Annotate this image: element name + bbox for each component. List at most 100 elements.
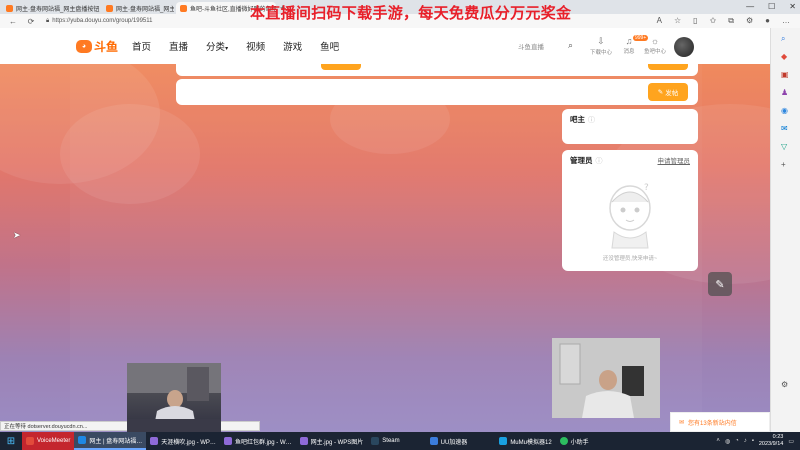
edge-sidebar: ⌕ ◆ ▣ ♟ ◉ ✉ ▽ + ⚙ [770, 28, 800, 432]
windows-start-icon[interactable]: ⊞ [0, 432, 22, 450]
taskbar-item-wps[interactable]: 鱼吧红包群.jpg - W… [220, 432, 296, 450]
taskbar-item-helper[interactable]: 小助手 [556, 432, 593, 450]
webcam-feed [127, 363, 221, 432]
webcam-feed [552, 338, 660, 418]
taskbar-item-browser[interactable]: 网主 | 盘寿网站福… [74, 432, 147, 450]
help-icon[interactable]: ⓘ [596, 158, 603, 165]
admins-title: 管理员 ⓘ [570, 155, 603, 166]
site-message-notification[interactable]: ✉ 您有13条新站内信 [670, 412, 770, 432]
network-icon[interactable]: ◔ [735, 438, 739, 444]
user-avatar[interactable] [674, 37, 694, 57]
bar-owner-card: 吧主 ⓘ [562, 109, 698, 144]
help-icon[interactable]: ⓘ [588, 117, 595, 124]
address-bar: ← ⟳ 🔒︎ https://yuba.douyu.com/group/1995… [0, 4, 800, 28]
nav-live[interactable]: 直播 [169, 39, 188, 53]
notification-center-icon[interactable]: ▭ [788, 438, 794, 445]
logo-text: 斗鱼 [94, 39, 119, 54]
browser-tab[interactable]: 网主·盘寿网站福_网主盘播按钮·斗鱼 [102, 2, 174, 14]
clock-date: 2023/9/14 [758, 441, 784, 447]
taskbar-label: Steam [382, 438, 400, 444]
previous-card-button[interactable] [321, 64, 361, 70]
shopping-icon[interactable]: ◆ [781, 52, 787, 61]
tray-app-icon[interactable]: ◍ [725, 438, 730, 445]
nav-video[interactable]: 视频 [246, 39, 265, 53]
url-field[interactable]: 🔒︎ https://yuba.douyu.com/group/199511 [46, 18, 153, 25]
windows-taskbar: ⊞ VoiceMeeter 网主 | 盘寿网站福… 天涯横吹.jpg - WP…… [0, 432, 800, 450]
taskbar-label: 网主.jpg - WPS图片 [310, 439, 364, 446]
favorite-star-icon[interactable]: ☆ [674, 16, 681, 26]
browser-tab[interactable]: 网主·盘寿网站福_网主盘播按钮·斗鱼 × [2, 2, 100, 14]
douyu-favicon-icon [6, 4, 13, 12]
clock[interactable]: 0:23 2023/9/14 [759, 434, 783, 448]
outlook-icon[interactable]: ✉ [781, 124, 788, 133]
back-icon[interactable]: ← [8, 17, 18, 26]
douyu-logo-icon: ◕ [76, 39, 92, 53]
favorites-icon[interactable]: ✩ [710, 16, 717, 26]
add-sidebar-icon[interactable]: + [781, 160, 786, 169]
tray-chevron-icon[interactable]: ˄ [716, 438, 720, 444]
maximize-button[interactable]: ☐ [768, 2, 775, 11]
douyu-logo[interactable]: ◕ 斗鱼 [76, 38, 118, 55]
office-icon[interactable]: ◉ [781, 106, 788, 115]
sidebar-settings-icon[interactable]: ⚙ [781, 380, 788, 389]
tray-app-icon[interactable]: ▪ [752, 438, 754, 444]
post-button[interactable]: ✎ 发帖 [648, 83, 688, 101]
profile-icon[interactable]: ● [765, 16, 770, 26]
admins-card: 管理员 ⓘ 申请管理员 ? 还没管理员,快来申请~ [562, 150, 698, 271]
taskbar-item-steam[interactable]: Steam [367, 432, 403, 450]
taskbar-item-voicemeeter[interactable]: VoiceMeeter [22, 432, 75, 450]
taskbar-label: UU加速器 [440, 439, 468, 446]
previous-card-button[interactable] [648, 64, 688, 70]
lock-icon: 🔒︎ [46, 17, 50, 24]
extensions-icon[interactable]: ⚙ [746, 16, 753, 26]
search-input[interactable]: 斗鱼直播 [518, 41, 544, 51]
refresh-icon[interactable]: ⟳ [26, 17, 36, 26]
drop-icon[interactable]: ▽ [781, 142, 787, 151]
empty-mascot-illustration: ? [609, 183, 651, 249]
download-icon: ⇩ [597, 36, 605, 46]
search-icon[interactable]: ⌕ [568, 40, 573, 51]
taskbar-item-uu[interactable]: UU加速器 [426, 432, 472, 450]
taskbar-item-wps[interactable]: 天涯横吹.jpg - WP… [146, 432, 220, 450]
close-window-button[interactable]: ✕ [789, 2, 796, 11]
taskbar-label: VoiceMeeter [37, 438, 71, 444]
more-menu-icon[interactable]: … [782, 16, 790, 26]
search-sidebar-icon[interactable]: ⌕ [781, 34, 785, 44]
empty-admins-text: 还没管理员,快来申请~ [602, 256, 658, 262]
url-text: https://yuba.douyu.com/group/199511 [52, 18, 153, 24]
nav-home[interactable]: 首页 [132, 39, 151, 53]
webcam-overlay [127, 363, 221, 432]
split-screen-icon[interactable]: ▯ [693, 16, 697, 26]
admins-title-text: 管理员 [570, 156, 593, 165]
minimize-button[interactable]: — [746, 2, 754, 11]
games-icon[interactable]: ♟ [781, 88, 788, 97]
steam-icon [371, 437, 380, 445]
taskbar-label: 小助手 [570, 439, 589, 446]
mouse-cursor: ➤ [13, 230, 21, 240]
volume-icon[interactable]: ♪ [744, 438, 747, 444]
apply-admin-link[interactable]: 申请管理员 [658, 155, 691, 165]
taskbar-item-wps[interactable]: 网主.jpg - WPS图片 [296, 432, 368, 450]
browser-toolbar-icons: A ☆ ▯ ✩ ⧉ ⚙ ● … [657, 16, 790, 26]
notification-text: 您有13条新站内信 [688, 420, 737, 427]
post-button-label: 发帖 [665, 90, 679, 97]
svg-text:?: ? [644, 183, 649, 193]
taskbar-label: 天涯横吹.jpg - WP… [161, 439, 216, 446]
nav-game[interactable]: 游戏 [283, 39, 302, 53]
floating-edit-button[interactable]: ✎ [708, 272, 732, 296]
download-center[interactable]: ⇩ 下载中心 [588, 36, 614, 56]
nav-yuba[interactable]: 鱼吧 [320, 39, 339, 53]
window-controls: — ☐ ✕ [746, 2, 796, 11]
clock-time: 0:23 [772, 434, 784, 440]
taskbar-label: MuMu模拟器12 [510, 439, 552, 446]
taskbar-item-mumu[interactable]: MuMu模拟器12 [495, 432, 555, 450]
edit-icon: ✎ [715, 278, 725, 291]
tools-icon[interactable]: ▣ [781, 70, 789, 79]
nav-category[interactable]: 分类▾ [206, 39, 228, 53]
bar-owner-title: 吧主 ⓘ [570, 114, 595, 125]
wps-image-icon [299, 437, 308, 445]
previous-card [176, 64, 698, 76]
yuba-center[interactable]: ☼ 鱼吧中心 [642, 36, 668, 55]
collections-icon[interactable]: ⧉ [728, 16, 734, 26]
read-aloud-icon[interactable]: A [657, 16, 662, 26]
